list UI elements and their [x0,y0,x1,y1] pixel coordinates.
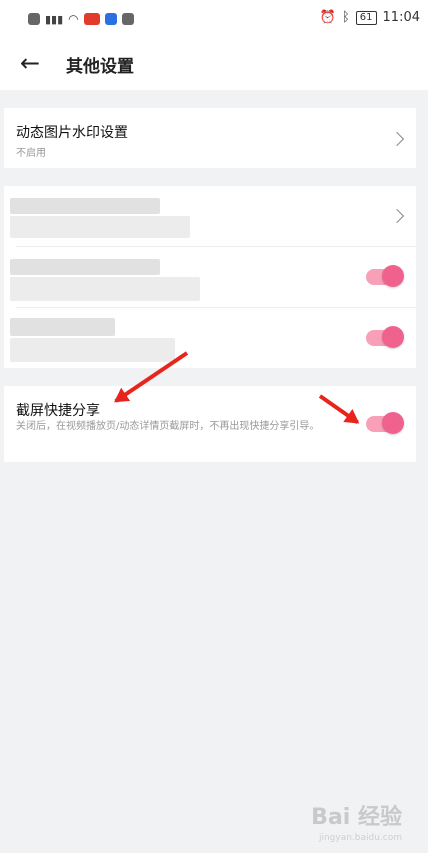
page-title: 其他设置 [66,57,134,77]
blurred-row-1[interactable] [4,186,416,246]
blurred-row-3[interactable] [4,308,416,368]
blurred-row-2[interactable] [4,247,416,307]
toggle-switch[interactable] [366,326,404,348]
toggle-knob [382,326,404,348]
chevron-right-icon [389,131,405,147]
toggle-knob [382,412,404,434]
blurred-label [10,216,190,238]
alarm-icon: ⏰ [319,10,336,25]
app-bar: ← 其他设置 [0,40,428,90]
chevron-right-icon [389,208,405,224]
app-icon-dark [121,13,134,25]
app-icon-red [83,13,100,25]
blurred-label [10,198,160,214]
blurred-label [10,318,115,336]
blurred-label [10,259,160,275]
back-arrow-icon[interactable]: ← [20,50,46,76]
hd-icon [28,13,40,25]
blurred-settings-group [4,186,416,368]
blurred-label [10,277,200,301]
status-right: ⏰ ᛒ 61 11:04 [320,10,420,25]
app-icon-blue [104,13,117,25]
watermark-url: jingyan.baidu.com [318,833,402,843]
status-left-icons: ▮▮▮ ◠ [28,12,134,26]
screenshot-share-toggle[interactable] [366,412,404,434]
signal-icon: ▮▮▮ [45,12,64,26]
battery-indicator: 61 [355,10,377,25]
toggle-switch[interactable] [366,265,404,287]
screenshot-share-title: 截屏快捷分享 [16,403,100,419]
bluetooth-icon: ᛒ [341,10,350,25]
watermark-setting-row[interactable]: 动态图片水印设置 不启用 [4,108,416,168]
watermark-setting-title: 动态图片水印设置 [16,125,128,141]
screenshot-share-description: 关闭后，在视频播放页/动态详情页截屏时，不再出现快捷分享引导。 [16,421,320,432]
wifi-icon: ◠ [68,12,79,26]
status-bar: ▮▮▮ ◠ ⏰ ᛒ 61 11:04 [0,0,428,40]
blurred-label [10,338,175,362]
clock: 11:04 [382,10,420,25]
watermark-setting-value: 不启用 [16,148,46,159]
toggle-knob [382,265,404,287]
baidu-jingyan-watermark: Bai 经验 [311,805,402,830]
